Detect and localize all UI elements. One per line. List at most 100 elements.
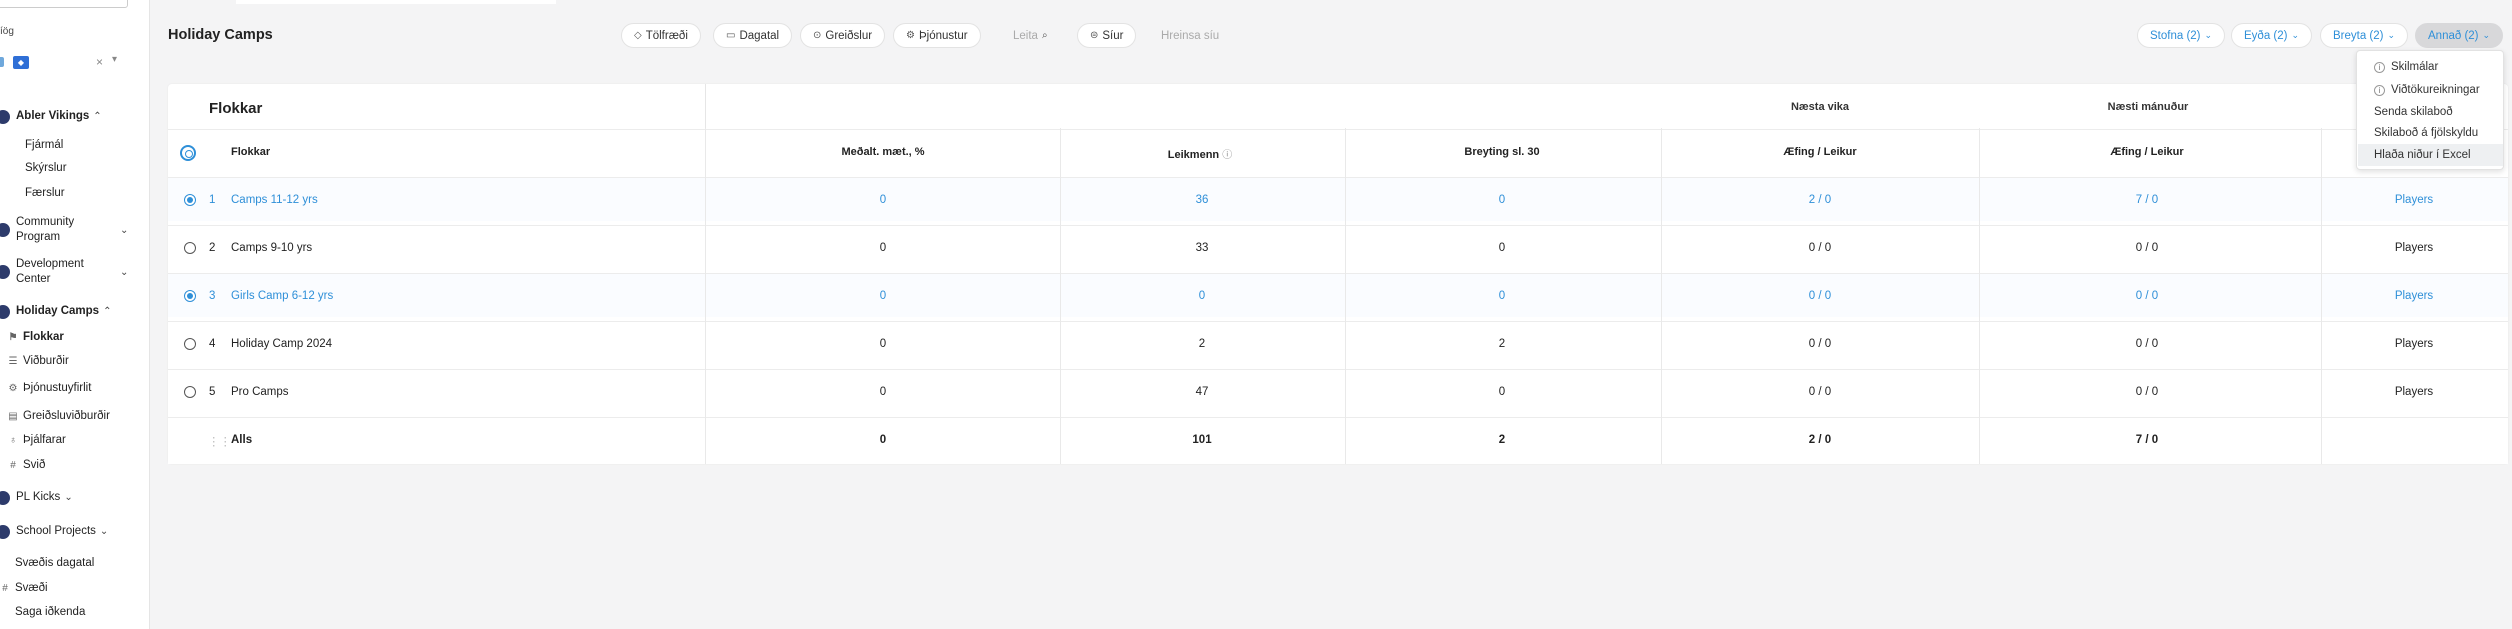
sidebar-item-vidburdir[interactable]: ☰ Viðburðir <box>4 355 69 367</box>
column-divider <box>1060 128 1061 464</box>
players-link[interactable]: Players <box>2395 242 2433 254</box>
annad-button[interactable]: Annað (2) ⌄ <box>2415 23 2504 48</box>
filter-icon: ⊜ <box>1090 30 1099 41</box>
table-row[interactable]: 4 Holiday Camp 2024 0 2 2 0 / 0 0 / 0 Pl… <box>168 321 2508 365</box>
table-row[interactable]: 3 Girls Camp 6-12 yrs 0 0 0 0 / 0 0 / 0 … <box>168 273 2508 317</box>
sidebar-group-pl-kicks[interactable]: PL Kicks ⌄ <box>0 490 73 505</box>
column-header-flokkar[interactable]: Flokkar <box>231 146 270 158</box>
sidebar-item-thjonustuyfirlit[interactable]: ⚙ Þjónustuyfirlit <box>4 382 92 394</box>
row-number: 5 <box>209 386 216 398</box>
row-radio[interactable] <box>184 290 196 302</box>
info-icon: ⓘ <box>1222 150 1233 161</box>
row-change: 2 <box>1498 338 1506 350</box>
club-logo-icon <box>0 109 10 124</box>
row-radio[interactable] <box>184 194 196 206</box>
filter-tolfraedi[interactable]: ◇ Tölfræði <box>621 23 701 48</box>
column-header-month[interactable]: Æfing / Leikur <box>2110 146 2183 158</box>
sidebar-group-community-program[interactable]: Community Program ⌄ <box>0 215 128 245</box>
sidebar-item-fjarmal[interactable]: Fjármál <box>6 139 63 151</box>
players-link[interactable]: Players <box>2395 194 2433 206</box>
search-input[interactable]: Leita ⌕ <box>1000 23 1065 48</box>
row-change: 0 <box>1498 290 1506 302</box>
groups-icon: ⚑ <box>8 331 18 343</box>
row-name[interactable]: Camps 11-12 yrs <box>231 194 318 206</box>
total-month: 7 / 0 <box>2135 434 2159 446</box>
sidebar-group-label: School Projects <box>16 525 96 537</box>
row-name[interactable]: Camps 9-10 yrs <box>231 242 312 254</box>
filter-dagatal[interactable]: ▭ Dagatal <box>713 23 793 48</box>
column-header-players[interactable]: Leikmenn ⓘ <box>1168 146 1232 161</box>
table-total-row: ⋮⋮ Alls 0 101 2 2 / 0 7 / 0 <box>168 417 2508 464</box>
sidebar-item-svid[interactable]: # Svið <box>4 459 45 471</box>
group-header-next-month: Næsti mánuður <box>2107 101 2189 113</box>
column-divider <box>705 128 706 464</box>
column-header-avg[interactable]: Meðalt. mæt., % <box>841 146 924 158</box>
row-month: 0 / 0 <box>2135 242 2159 254</box>
sidebar-item-skyrslur[interactable]: Skýrslur <box>6 162 67 174</box>
breyta-button[interactable]: Breyta (2) ⌄ <box>2320 23 2409 48</box>
settings-icon: ⚙ <box>906 30 915 41</box>
chevron-down-icon: ⌄ <box>120 266 129 278</box>
row-number: 2 <box>209 242 216 254</box>
settings-icon[interactable] <box>180 145 196 161</box>
column-header-week[interactable]: Æfing / Leikur <box>1783 146 1856 158</box>
page-title: Holiday Camps <box>168 27 273 43</box>
sidebar-search-box[interactable] <box>0 0 128 8</box>
list-icon: ☰ <box>8 355 18 367</box>
chevron-up-icon: ⌃ <box>103 306 112 317</box>
club-logo-icon <box>0 304 10 319</box>
players-link[interactable]: Players <box>2395 338 2433 350</box>
chevron-down-icon: ⌄ <box>64 492 73 503</box>
row-month: 0 / 0 <box>2135 338 2159 350</box>
sidebar-group-school-projects[interactable]: School Projects ⌄ <box>0 524 108 539</box>
chevron-down-icon[interactable]: ▾ <box>112 54 117 65</box>
row-week: 0 / 0 <box>1808 290 1832 302</box>
row-name[interactable]: Pro Camps <box>231 386 289 398</box>
menu-item-skilabod-fjolskyldu[interactable]: Skilaboð á fjölskyldu <box>2374 127 2478 139</box>
sidebar-item-thjalfarar[interactable]: ♁ Þjálfarar <box>4 434 66 446</box>
hash-icon: # <box>2 582 8 594</box>
chevron-up-icon: ⌃ <box>93 111 102 122</box>
club-select[interactable]: ◆ × ▾ <box>0 54 125 70</box>
clear-filter-button[interactable]: Hreinsa síu <box>1148 23 1232 48</box>
menu-item-vidtokureikningar[interactable]: i Viðtökureikningar <box>2374 84 2480 96</box>
sidebar-item-svaedis-dagatal[interactable]: Svæðis dagatal <box>0 557 94 569</box>
players-link[interactable]: Players <box>2395 386 2433 398</box>
row-players: 36 <box>1195 194 1209 206</box>
table-row[interactable]: 1 Camps 11-12 yrs 0 36 0 2 / 0 7 / 0 Pla… <box>168 177 2508 221</box>
table-row[interactable]: 5 Pro Camps 0 47 0 0 / 0 0 / 0 Players <box>168 369 2508 413</box>
stofna-button[interactable]: Stofna (2) ⌄ <box>2137 23 2226 48</box>
sidebar-group-development-center[interactable]: Development Center ⌄ <box>0 257 128 287</box>
row-week: 0 / 0 <box>1808 386 1832 398</box>
top-tab-strip <box>236 0 556 4</box>
row-number: 3 <box>209 290 216 302</box>
sidebar-item-saga-idkenda[interactable]: Saga iðkenda <box>0 606 85 618</box>
sidebar-item-faerslur[interactable]: Færslur <box>6 187 65 199</box>
club-tag-icon: ◆ <box>13 56 29 69</box>
sidebar-item-greidsluvidburdir[interactable]: ▤ Greiðsluviðburðir <box>4 410 110 422</box>
menu-item-senda-skilabod[interactable]: Senda skilaboð <box>2374 106 2453 118</box>
stats-icon: ◇ <box>634 30 642 41</box>
filter-siur-button[interactable]: ⊜ Síur <box>1077 23 1137 48</box>
sidebar-group-abler-vikings[interactable]: Abler Vikings ⌃ <box>0 109 102 124</box>
row-radio[interactable] <box>184 242 196 254</box>
row-radio[interactable] <box>184 386 196 398</box>
filter-greidslur[interactable]: ⊙ Greiðslur <box>800 23 886 48</box>
row-radio[interactable] <box>184 338 196 350</box>
players-link[interactable]: Players <box>2395 290 2433 302</box>
sidebar-group-holiday-camps[interactable]: Holiday Camps ⌃ <box>0 304 111 319</box>
column-divider <box>1345 128 1346 464</box>
sidebar-item-svaedi[interactable]: # Svæði <box>0 582 47 594</box>
row-name[interactable]: Holiday Camp 2024 <box>231 338 332 350</box>
sidebar-item-flokkar[interactable]: ⚑ Flokkar <box>4 331 64 343</box>
row-players: 2 <box>1198 338 1206 350</box>
menu-item-excel-download[interactable]: Hlaða niður í Excel <box>2374 149 2471 161</box>
row-name[interactable]: Girls Camp 6-12 yrs <box>231 290 333 302</box>
row-change: 0 <box>1498 386 1506 398</box>
clear-icon[interactable]: × <box>96 55 103 69</box>
menu-item-skilmalar[interactable]: i Skilmálar <box>2374 61 2438 73</box>
table-row[interactable]: 2 Camps 9-10 yrs 0 33 0 0 / 0 0 / 0 Play… <box>168 225 2508 269</box>
eyda-button[interactable]: Eyða (2) ⌄ <box>2231 23 2313 48</box>
column-header-change[interactable]: Breyting sl. 30 <box>1464 146 1539 158</box>
filter-thjonustur[interactable]: ⚙ Þjónustur <box>893 23 981 48</box>
